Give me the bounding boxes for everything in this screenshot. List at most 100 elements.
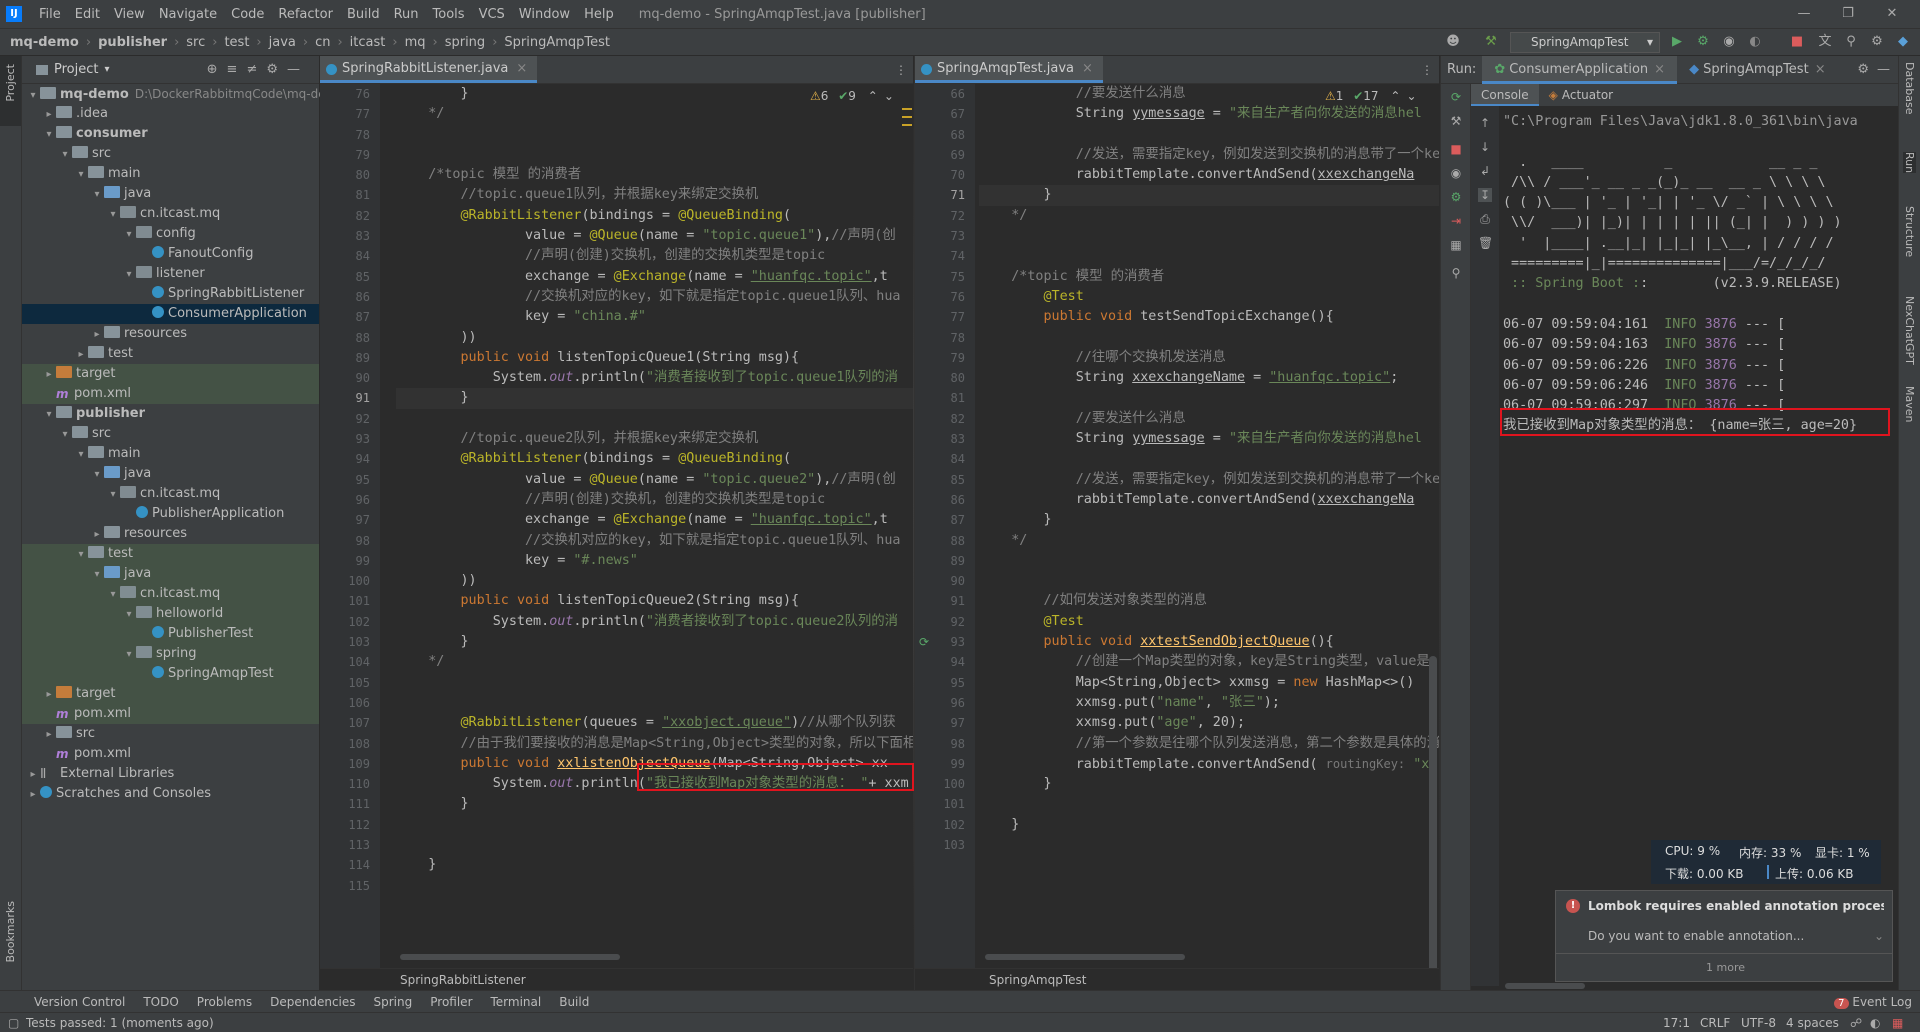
tool-todo[interactable]: TODO [134, 995, 187, 1009]
line-number[interactable]: 88 [320, 328, 380, 348]
tree-item-cn-itcast-mq[interactable]: ▾ cn.itcast.mq [22, 204, 319, 224]
line-number[interactable]: 83 [915, 429, 975, 449]
scroll-to-end-icon[interactable]: ↧ [1478, 188, 1492, 202]
tree-item-pom-xml[interactable]: m pom.xml [22, 704, 319, 724]
vertical-scrollbar[interactable] [1429, 656, 1437, 986]
expand-arrow-icon[interactable]: ▾ [90, 565, 104, 585]
debug-icon[interactable]: ⚙ [1694, 33, 1712, 51]
horizontal-scrollbar[interactable] [400, 954, 620, 960]
tree-item-main[interactable]: ▾ main [22, 444, 319, 464]
line-number[interactable]: 72 [915, 206, 975, 226]
line-number[interactable]: 99 [320, 551, 380, 571]
line-number[interactable]: 105 [320, 673, 380, 693]
debug-icon[interactable]: ⚙ [1449, 190, 1463, 204]
hide-panel-icon[interactable]: — [1877, 62, 1890, 77]
project-tool-button[interactable]: Project [0, 56, 21, 126]
tree-item-java[interactable]: ▾ java [22, 184, 319, 204]
status-message[interactable]: Tests passed: 1 (moments ago) [26, 1013, 214, 1032]
search-icon[interactable]: ⚲ [1842, 33, 1860, 51]
line-number[interactable]: 89 [915, 551, 975, 571]
close-tab-icon[interactable]: × [1815, 62, 1826, 77]
tree-item-config[interactable]: ▾ config [22, 224, 319, 244]
up-arrow-icon[interactable]: ↑ [1478, 116, 1492, 130]
line-number[interactable]: 114 [320, 855, 380, 875]
collapse-arrow-icon[interactable]: ▸ [26, 765, 40, 785]
chevron-down-icon[interactable]: ⌄ [1874, 929, 1884, 943]
wrench-icon[interactable]: ⚒ [1449, 114, 1463, 128]
breadcrumb-springamqptest[interactable]: SpringAmqpTest [500, 35, 614, 50]
expand-arrow-icon[interactable]: ▾ [58, 145, 72, 165]
subtab-actuator[interactable]: ◈ Actuator [1539, 84, 1623, 106]
line-number[interactable]: 93 [320, 429, 380, 449]
line-number[interactable]: 100 [320, 571, 380, 591]
breadcrumb-itcast[interactable]: itcast [346, 35, 390, 50]
expand-arrow-icon[interactable]: ▾ [42, 125, 56, 145]
line-number[interactable]: 91 [915, 591, 975, 611]
line-number[interactable]: 84 [320, 246, 380, 266]
code-area[interactable]: } */ /*topic 模型 的消费者 //topic.queue1队列，并根… [396, 84, 913, 990]
maven-tool-button[interactable]: Maven [1903, 386, 1916, 422]
line-number[interactable]: 67 [915, 104, 975, 124]
line-number[interactable]: 98 [320, 531, 380, 551]
tree-item-pom-xml[interactable]: m pom.xml [22, 384, 319, 404]
menu-window[interactable]: Window [512, 7, 577, 22]
line-number[interactable]: 107 [320, 713, 380, 733]
tree-item-springrabbitlistener[interactable]: SpringRabbitListener [22, 284, 319, 304]
line-number[interactable]: 92 [320, 409, 380, 429]
line-number[interactable]: 102 [320, 612, 380, 632]
tree-item-scratches-and-consoles[interactable]: ▸ Scratches and Consoles [22, 784, 319, 804]
footer-class-name[interactable]: SpringRabbitListener [320, 973, 526, 987]
close-icon[interactable]: ✕ [1870, 0, 1914, 28]
expand-arrow-icon[interactable]: ▾ [122, 225, 136, 245]
line-number[interactable]: 90 [915, 571, 975, 591]
tab-springamqptest[interactable]: SpringAmqpTest.java × [915, 56, 1103, 83]
menu-edit[interactable]: Edit [68, 7, 107, 22]
notification-body[interactable]: Do you want to enable annotation... [1588, 929, 1804, 943]
camera-icon[interactable]: ◉ [1449, 166, 1463, 180]
previous-highlight-icon[interactable]: ⌃ [868, 89, 878, 103]
rerun-icon[interactable]: ⟳ [1449, 90, 1463, 104]
line-number[interactable]: 87 [915, 510, 975, 530]
line-number[interactable]: 85 [915, 470, 975, 490]
tree-item-spring[interactable]: ▾ spring [22, 644, 319, 664]
tool-build[interactable]: Build [550, 995, 598, 1009]
tree-item-publishertest[interactable]: PublisherTest [22, 624, 319, 644]
tree-item-springamqptest[interactable]: SpringAmqpTest [22, 664, 319, 684]
inspection-widget[interactable]: ⚠1 ✔17 ⌃ ⌄ [1325, 89, 1417, 103]
footer-class-name[interactable]: SpringAmqpTest [915, 973, 1087, 987]
code-area[interactable]: //要发送什么消息 String yymessage = "来自生产者向你发送的… [979, 84, 1439, 990]
tree-item-target[interactable]: ▸ target [22, 684, 319, 704]
event-log-button[interactable]: 7 Event Log [1834, 995, 1912, 1009]
tree-item-resources[interactable]: ▸ resources [22, 524, 319, 544]
tree-item-src[interactable]: ▾ src [22, 424, 319, 444]
tree-item-src[interactable]: ▾ src [22, 144, 319, 164]
line-number[interactable]: 104 [320, 652, 380, 672]
tree-item-cn-itcast-mq[interactable]: ▾ cn.itcast.mq [22, 584, 319, 604]
error-stripe[interactable] [902, 96, 912, 126]
expand-arrow-icon[interactable]: ▾ [90, 185, 104, 205]
chevron-down-icon[interactable]: ▾ [104, 64, 109, 75]
run-tool-button[interactable]: Run [1903, 152, 1916, 174]
console-output[interactable]: "C:\Program Files\Java\jdk1.8.0_361\bin\… [1503, 112, 1895, 932]
breadcrumb-spring[interactable]: spring [441, 35, 489, 50]
previous-highlight-icon[interactable]: ⌃ [1390, 89, 1400, 103]
exit-icon[interactable]: ⇥ [1449, 214, 1463, 228]
line-number[interactable]: 80 [320, 165, 380, 185]
breadcrumb-java[interactable]: java [265, 35, 300, 50]
menu-vcs[interactable]: VCS [472, 7, 512, 22]
expand-arrow-icon[interactable]: ▾ [122, 265, 136, 285]
tree-item-main[interactable]: ▾ main [22, 164, 319, 184]
breadcrumb-publisher[interactable]: publisher [94, 35, 171, 50]
more-notifications-link[interactable]: 1 more [1706, 961, 1745, 974]
line-number[interactable]: 74 [915, 246, 975, 266]
line-number[interactable]: 94 [915, 652, 975, 672]
expand-arrow-icon[interactable]: ▾ [90, 465, 104, 485]
tree-item-java[interactable]: ▾ java [22, 564, 319, 584]
menu-file[interactable]: File [32, 7, 68, 22]
line-number[interactable]: 75 [915, 267, 975, 287]
bookmarks-tool-button[interactable]: Bookmarks [4, 901, 17, 962]
line-number[interactable]: 106 [320, 693, 380, 713]
expand-arrow-icon[interactable]: ▾ [74, 545, 88, 565]
breadcrumb-src[interactable]: src [182, 35, 209, 50]
run-configuration-select[interactable]: SpringAmqpTest ▾ [1510, 32, 1660, 53]
